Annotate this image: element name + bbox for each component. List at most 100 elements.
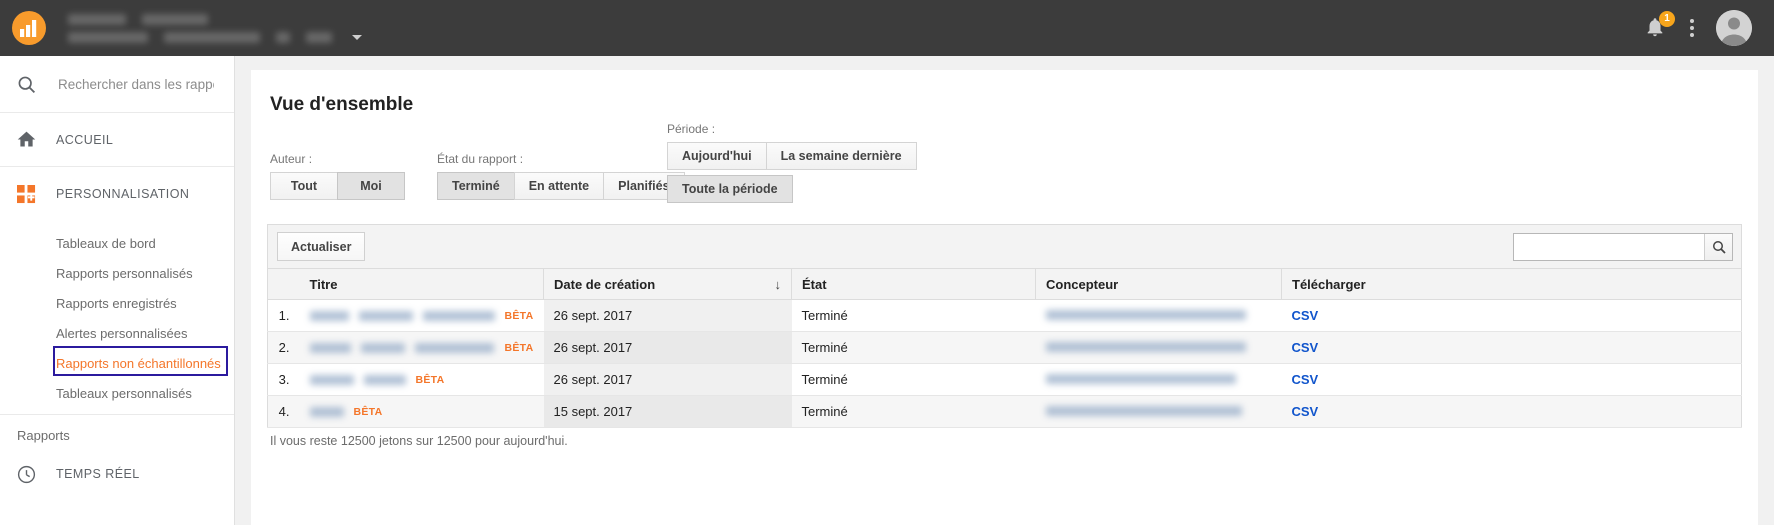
concepteur-redacted	[1045, 310, 1246, 320]
home-icon	[14, 129, 38, 150]
filter-auteur-tout[interactable]: Tout	[270, 172, 338, 200]
table-search-button[interactable]	[1704, 233, 1732, 260]
search-icon	[1712, 240, 1726, 254]
row-concepteur	[1035, 331, 1282, 364]
row-date: 15 sept. 2017	[543, 395, 792, 428]
beta-badge: BÊTA	[415, 373, 445, 386]
sidebar-item-temps-reel[interactable]: TEMPS RÉEL	[0, 449, 234, 499]
column-header-label: État	[802, 276, 827, 292]
account-selector[interactable]	[68, 13, 362, 43]
filter-periode-semaine-derniere[interactable]: La semaine dernière	[765, 142, 917, 170]
row-title: BÊTA	[299, 363, 544, 396]
filter-periode-aujourdhui[interactable]: Aujourd'hui	[667, 142, 767, 170]
column-header-date-de-creation[interactable]: Date de création ↓	[543, 268, 792, 300]
sidebar-subitem-tableaux-personnalises[interactable]: Tableaux personnalisés	[0, 378, 234, 408]
table-row[interactable]: 3. BÊTA 26 sept. 2017 Terminé CSV	[267, 363, 1742, 396]
column-header-number	[267, 268, 300, 300]
notification-count-badge: 1	[1659, 11, 1675, 27]
filter-etat-termine[interactable]: Terminé	[437, 172, 515, 200]
column-header-titre[interactable]: Titre	[299, 268, 544, 300]
table-row[interactable]: 1. BÊTA 26 sept. 2017 Terminé CSV	[267, 299, 1742, 332]
column-header-label: Date de création	[554, 276, 656, 292]
table-header-row: Titre Date de création ↓ État Concepteur…	[267, 268, 1742, 300]
table-header: Titre Date de création ↓ État Concepteur…	[267, 268, 1742, 300]
user-avatar-icon[interactable]	[1716, 10, 1752, 46]
title-redacted	[309, 342, 352, 353]
analytics-app: 1 Rechercher dans les rappor ACCUEIL PER…	[0, 0, 1774, 525]
column-header-concepteur[interactable]: Concepteur	[1035, 268, 1282, 300]
row-status: Terminé	[791, 299, 1036, 332]
row-title: BÊTA	[299, 395, 544, 428]
filter-periode-toute-la-periode[interactable]: Toute la période	[667, 175, 793, 203]
download-csv-link[interactable]: CSV	[1292, 340, 1319, 355]
row-date: 26 sept. 2017	[543, 331, 792, 364]
column-header-etat[interactable]: État	[791, 268, 1036, 300]
refresh-button[interactable]: Actualiser	[277, 232, 366, 261]
table-row[interactable]: 4. BÊTA 15 sept. 2017 Terminé CSV	[267, 395, 1742, 428]
account-name-row	[68, 13, 362, 25]
filter-auteur-moi[interactable]: Moi	[337, 172, 405, 200]
table-search[interactable]	[1513, 232, 1733, 261]
row-concepteur	[1035, 363, 1282, 396]
sidebar-subitem-label: Tableaux personnalisés	[56, 385, 192, 401]
sidebar-subitem-alertes-personnalisees[interactable]: Alertes personnalisées	[0, 318, 234, 348]
sidebar-item-personnalisation[interactable]: PERSONNALISATION	[0, 167, 234, 221]
kebab-menu-icon[interactable]	[1690, 19, 1694, 37]
unsampled-reports-table: Titre Date de création ↓ État Concepteur…	[267, 268, 1742, 428]
column-header-telecharger[interactable]: Télécharger	[1281, 268, 1742, 300]
filter-buttons-periode-row1: Aujourd'hui La semaine dernière	[667, 142, 917, 170]
sidebar-subitem-rapports-enregistres[interactable]: Rapports enregistrés	[0, 288, 234, 318]
filter-buttons-auteur: Tout Moi	[270, 172, 405, 200]
beta-badge: BÊTA	[353, 405, 383, 418]
sidebar-subitem-label: Alertes personnalisées	[56, 325, 188, 341]
row-download: CSV	[1281, 363, 1742, 396]
column-header-label: Télécharger	[1292, 276, 1366, 292]
row-download: CSV	[1281, 331, 1742, 364]
sidebar-subitem-label: Tableaux de bord	[56, 235, 156, 251]
filter-etat-en-attente[interactable]: En attente	[513, 172, 605, 200]
row-concepteur	[1035, 395, 1282, 428]
filter-label-periode: Période :	[667, 122, 716, 136]
title-redacted	[358, 310, 413, 321]
view-id-redacted	[276, 31, 290, 43]
title-redacted	[422, 310, 495, 321]
download-csv-link[interactable]: CSV	[1292, 404, 1319, 419]
sidebar-subitem-tableaux-de-bord[interactable]: Tableaux de bord	[0, 228, 234, 258]
sidebar-subitem-label: Rapports enregistrés	[56, 295, 177, 311]
sidebar-section-label: Rapports	[17, 428, 70, 443]
table-search-input[interactable]	[1514, 233, 1704, 260]
sidebar-submenu: Tableaux de bord Rapports personnalisés …	[0, 221, 234, 415]
filter-bar: Auteur : Tout Moi État du rapport : Term…	[267, 122, 1742, 224]
sidebar-item-accueil[interactable]: ACCUEIL	[0, 113, 234, 167]
view-extra-redacted	[306, 31, 332, 43]
sidebar-search[interactable]	[0, 56, 234, 113]
sidebar-subitem-rapports-non-echantillonnes[interactable]: Rapports non échantillonnés	[0, 346, 234, 378]
concepteur-redacted	[1045, 342, 1246, 352]
notifications-button[interactable]: 1	[1644, 11, 1675, 41]
sidebar: ACCUEIL PERSONNALISATION Tableaux de bor…	[0, 56, 235, 525]
sidebar-item-label: ACCUEIL	[56, 132, 114, 147]
sidebar-subitem-rapports-personnalises[interactable]: Rapports personnalisés	[0, 258, 234, 288]
row-status: Terminé	[791, 363, 1036, 396]
concepteur-redacted	[1045, 374, 1236, 384]
row-date: 26 sept. 2017	[543, 299, 792, 332]
row-number: 1.	[267, 299, 300, 332]
row-status: Terminé	[791, 395, 1036, 428]
filter-group-auteur: Auteur : Tout Moi	[270, 152, 405, 200]
title-redacted	[361, 342, 405, 353]
google-analytics-logo[interactable]	[12, 11, 46, 45]
arrow-down-icon: ↓	[774, 276, 782, 292]
sidebar-item-label: PERSONNALISATION	[56, 187, 190, 201]
search-input[interactable]	[56, 75, 216, 93]
column-header-label: Concepteur	[1046, 276, 1119, 292]
page-title: Vue d'ensemble	[270, 94, 414, 115]
top-bar-actions: 1	[1644, 10, 1774, 46]
download-csv-link[interactable]: CSV	[1292, 372, 1319, 387]
chevron-down-icon[interactable]	[352, 34, 362, 40]
download-csv-link[interactable]: CSV	[1292, 308, 1319, 323]
table-row[interactable]: 2. BÊTA 26 sept. 2017 Terminé CSV	[267, 331, 1742, 364]
property-name-redacted	[142, 13, 208, 25]
title-redacted	[414, 342, 495, 353]
row-number: 4.	[267, 395, 300, 428]
sidebar-item-label: TEMPS RÉEL	[56, 467, 140, 481]
